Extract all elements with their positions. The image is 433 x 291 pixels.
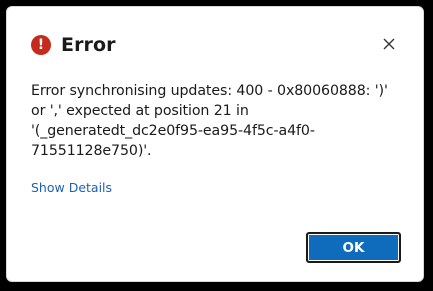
dialog-header: ! Error [31, 33, 116, 57]
close-button[interactable] [381, 36, 397, 52]
show-details-link[interactable]: Show Details [31, 180, 112, 195]
ok-button[interactable]: OK [306, 232, 401, 263]
error-icon: ! [31, 35, 51, 55]
close-icon [383, 38, 395, 50]
error-message: Error synchronising updates: 400 - 0x800… [31, 83, 388, 159]
dialog-title: Error [61, 34, 116, 56]
error-dialog: ! Error Error synchronising updates: 400… [6, 6, 424, 282]
